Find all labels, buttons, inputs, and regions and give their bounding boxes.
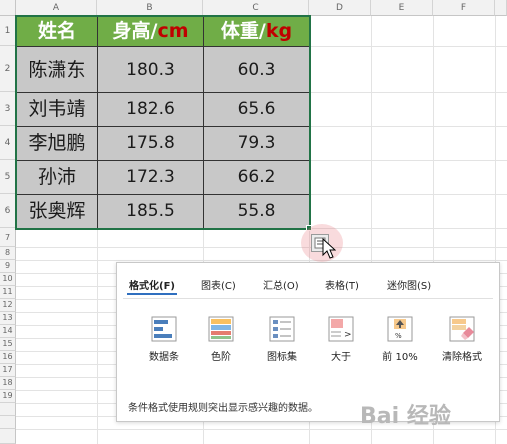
qa-color-scale-button[interactable]: 色阶: [194, 315, 248, 363]
qa-greater-than-label: 大于: [331, 352, 351, 363]
qa-color-scale-label: 色阶: [211, 352, 231, 363]
svg-text:>: >: [344, 330, 352, 340]
row-header-21[interactable]: [0, 416, 16, 429]
gridline: [16, 247, 507, 248]
row-header-18[interactable]: 18: [0, 377, 16, 390]
baidu-watermark: Bai 经验: [360, 404, 451, 429]
row-header-19[interactable]: 19: [0, 390, 16, 403]
tab-charts[interactable]: 图表(C): [201, 277, 236, 292]
row-header-2[interactable]: 2: [0, 46, 16, 92]
column-header-e[interactable]: E: [371, 0, 433, 16]
tab-totals[interactable]: 汇总(O): [263, 277, 299, 292]
selection-border: [15, 15, 311, 230]
qa-description: 条件格式使用规则突出显示感兴趣的数据。: [128, 403, 318, 414]
qa-icon-set-button[interactable]: 图标集: [255, 315, 309, 363]
column-header-f[interactable]: F: [433, 0, 495, 16]
qa-data-bars-label: 数据条: [149, 352, 179, 363]
row-header-9[interactable]: 9: [0, 260, 16, 273]
mouse-cursor-icon: [322, 237, 337, 264]
column-header-c[interactable]: C: [203, 0, 309, 16]
qa-top-10-button[interactable]: % 前 10%: [373, 315, 427, 363]
select-all-corner[interactable]: [0, 0, 16, 16]
row-header-5[interactable]: 5: [0, 160, 16, 194]
row-header-1[interactable]: 1: [0, 16, 16, 46]
column-header-b[interactable]: B: [97, 0, 203, 16]
row-header-11[interactable]: 11: [0, 286, 16, 299]
svg-text:%: %: [395, 332, 402, 340]
row-header-8[interactable]: 8: [0, 247, 16, 260]
qa-clear-format-button[interactable]: 清除格式: [435, 315, 489, 363]
row-header-15[interactable]: 15: [0, 338, 16, 351]
tab-formatting[interactable]: 格式化(F): [129, 277, 175, 292]
row-header-13[interactable]: 13: [0, 312, 16, 325]
icon-set-icon: [268, 315, 296, 343]
tab-divider: [123, 298, 493, 299]
gridline: [16, 260, 507, 261]
row-header-4[interactable]: 4: [0, 126, 16, 160]
tab-tables[interactable]: 表格(T): [325, 277, 359, 292]
row-header-14[interactable]: 14: [0, 325, 16, 338]
tab-sparklines[interactable]: 迷你图(S): [387, 277, 431, 292]
row-header-3[interactable]: 3: [0, 92, 16, 126]
row-header-17[interactable]: 17: [0, 364, 16, 377]
row-header-6[interactable]: 6: [0, 194, 16, 228]
row-header-12[interactable]: 12: [0, 299, 16, 312]
greater-than-icon: >: [327, 315, 355, 343]
top-10-icon: %: [386, 315, 414, 343]
qa-data-bars-button[interactable]: 数据条: [137, 315, 191, 363]
column-header-d[interactable]: D: [309, 0, 371, 16]
column-header-a[interactable]: A: [16, 0, 97, 16]
column-header-g[interactable]: [495, 0, 507, 16]
qa-clear-format-label: 清除格式: [442, 352, 482, 363]
data-bars-icon: [150, 315, 178, 343]
qa-top-10-label: 前 10%: [382, 352, 418, 363]
clear-format-icon: [448, 315, 476, 343]
row-header-7[interactable]: 7: [0, 228, 16, 247]
active-tab-indicator: [127, 293, 177, 295]
color-scale-icon: [207, 315, 235, 343]
qa-icon-set-label: 图标集: [267, 352, 297, 363]
row-header-20[interactable]: [0, 403, 16, 416]
qa-greater-than-button[interactable]: > 大于: [314, 315, 368, 363]
row-header-10[interactable]: 10: [0, 273, 16, 286]
row-header-16[interactable]: 16: [0, 351, 16, 364]
row-header-22[interactable]: [0, 429, 16, 444]
